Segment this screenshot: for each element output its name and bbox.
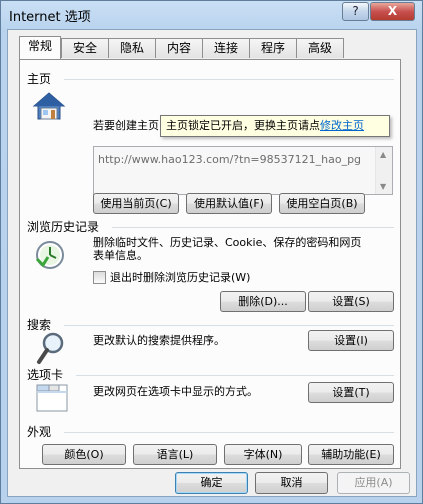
search-description: 更改默认的搜索提供程序。 xyxy=(93,334,225,347)
tab-connections[interactable]: 连接 xyxy=(202,38,250,58)
dialog-client: 常规 安全 隐私 内容 连接 程序 高级 主页 若要创建主页 主页锁定已开启，更… xyxy=(7,29,417,497)
search-settings-button[interactable]: 设置(I) xyxy=(308,330,394,351)
tabs-section-label: 选项卡 xyxy=(27,368,64,382)
tab-security[interactable]: 安全 xyxy=(61,38,109,58)
tab-advanced[interactable]: 高级 xyxy=(296,38,344,58)
use-blank-button[interactable]: 使用空白页(B) xyxy=(279,193,365,214)
homepage-separator xyxy=(64,79,394,80)
accessibility-button[interactable]: 辅助功能(E) xyxy=(308,444,394,465)
homepage-lock-tooltip: 主页锁定已开启，更换主页请点修改主页 xyxy=(160,115,390,137)
help-button[interactable]: ? xyxy=(342,2,369,21)
homepage-url-field[interactable]: http://www.hao123.com/?tn=98537121_hao_p… xyxy=(93,146,393,195)
home-icon xyxy=(32,92,66,120)
tabs-description: 更改网页在选项卡中显示的方式。 xyxy=(93,385,258,398)
modify-homepage-link[interactable]: 修改主页 xyxy=(320,119,364,132)
ok-button[interactable]: 确定 xyxy=(175,472,248,494)
use-default-button[interactable]: 使用默认值(F) xyxy=(186,193,272,214)
apply-button[interactable]: 应用(A) xyxy=(337,472,410,494)
window-title: Internet 选项 xyxy=(9,10,91,25)
tab-general[interactable]: 常规 xyxy=(19,36,61,59)
search-magnifier-icon xyxy=(37,332,64,364)
homepage-description: 若要创建主页 xyxy=(93,119,159,132)
tabs-separator xyxy=(76,375,394,376)
cancel-button[interactable]: 取消 xyxy=(255,472,328,494)
colors-button[interactable]: 颜色(O) xyxy=(42,444,126,465)
general-tab-panel: 主页 若要创建主页 主页锁定已开启，更换主页请点修改主页 http://www.… xyxy=(19,59,401,469)
close-button[interactable]: X xyxy=(370,2,415,21)
use-current-button[interactable]: 使用当前页(C) xyxy=(93,193,179,214)
homepage-url-scrollbar[interactable]: ▲ ▼ xyxy=(375,147,392,194)
tab-privacy[interactable]: 隐私 xyxy=(108,38,156,58)
scroll-down-icon[interactable]: ▼ xyxy=(380,182,386,191)
delete-on-exit-label[interactable]: 退出时删除浏览历史记录(W) xyxy=(110,271,250,285)
title-bar: Internet 选项 ? X xyxy=(1,1,422,29)
languages-button[interactable]: 语言(L) xyxy=(133,444,217,465)
search-separator xyxy=(64,325,394,326)
tab-content[interactable]: 内容 xyxy=(155,38,203,58)
homepage-url-text: http://www.hao123.com/?tn=98537121_hao_p… xyxy=(98,153,362,166)
fonts-button[interactable]: 字体(N) xyxy=(224,444,302,465)
history-description-line1: 删除临时文件、历史记录、Cookie、保存的密码和网页 xyxy=(93,236,362,249)
tabs-settings-button[interactable]: 设置(T) xyxy=(308,382,394,403)
tooltip-text: 主页锁定已开启，更换主页请点 xyxy=(166,119,320,132)
appearance-section-label: 外观 xyxy=(27,425,52,439)
homepage-section-label: 主页 xyxy=(27,72,52,86)
tabs-window-icon xyxy=(36,384,68,412)
history-separator xyxy=(112,227,394,228)
appearance-separator xyxy=(64,432,394,433)
history-clock-icon xyxy=(35,241,64,269)
history-settings-button[interactable]: 设置(S) xyxy=(308,291,394,312)
delete-history-button[interactable]: 删除(D)... xyxy=(220,291,306,312)
scroll-up-icon[interactable]: ▲ xyxy=(380,150,386,159)
history-description-line2: 表单信息。 xyxy=(93,249,148,262)
internet-options-window: Internet 选项 ? X 常规 安全 隐私 内容 连接 程序 高级 主页 … xyxy=(0,0,423,504)
history-section-label: 浏览历史记录 xyxy=(27,220,100,234)
delete-on-exit-checkbox[interactable] xyxy=(93,271,106,284)
tab-programs[interactable]: 程序 xyxy=(249,38,297,58)
